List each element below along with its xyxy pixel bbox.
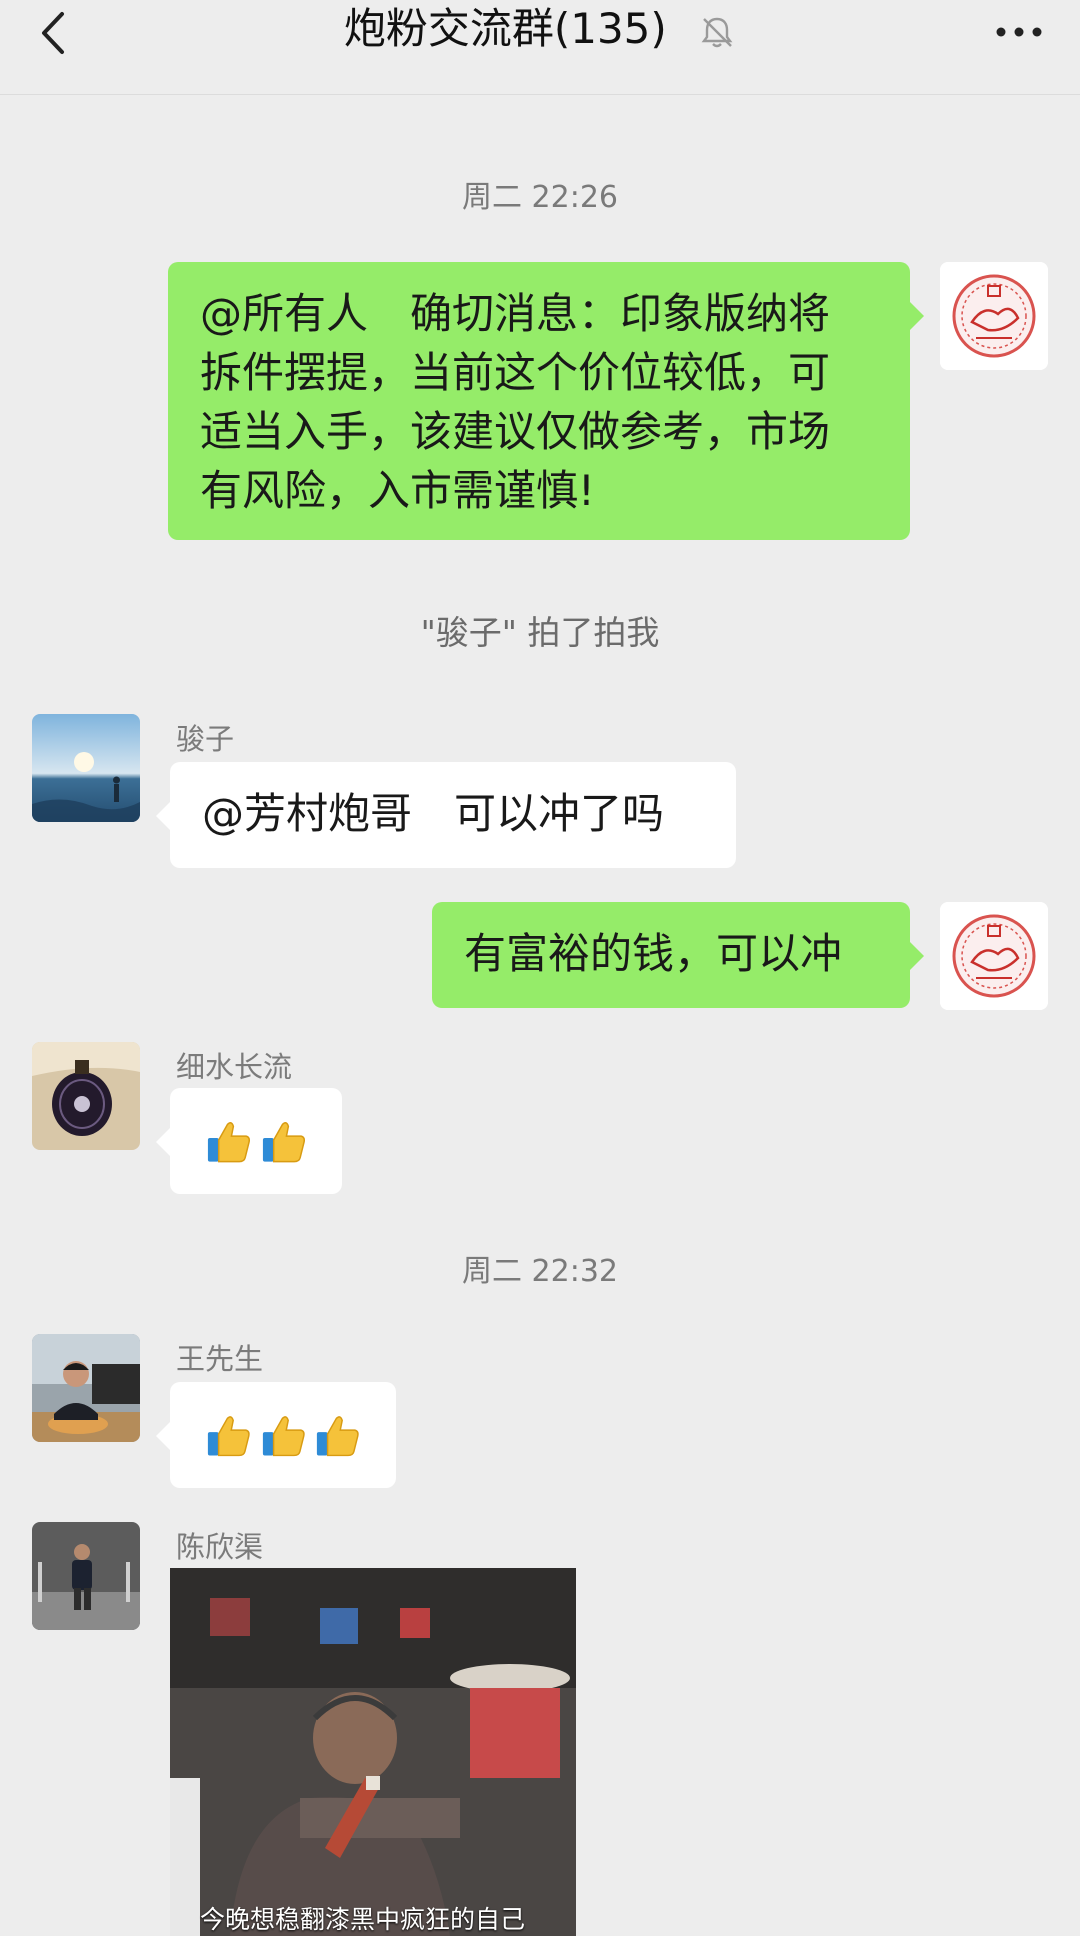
emoji-row: [204, 1088, 308, 1194]
message-text: @芳村炮哥 可以冲了吗: [202, 789, 665, 838]
avatar-wangxiansheng[interactable]: [32, 1334, 140, 1442]
avatar-self[interactable]: [940, 262, 1048, 370]
message-bubble-junzi[interactable]: @芳村炮哥 可以冲了吗: [156, 762, 736, 868]
video-thumbnail: [170, 1568, 576, 1936]
thumbs-up-icon: [207, 1416, 250, 1457]
message-line: 拆件摆提，当前这个价位较低，可: [200, 348, 831, 397]
chat-header: 炮粉交流群(135): [0, 0, 1080, 95]
pat-notice: "骏子" 拍了拍我: [420, 613, 660, 652]
thumbs-up-icon: [207, 1122, 250, 1163]
sender-name: 陈欣渠: [176, 1530, 264, 1564]
avatar-xishuichangliu[interactable]: [32, 1042, 140, 1150]
message-line: @所有人 确切消息：印象版纳将: [200, 289, 831, 338]
message-bubble-self[interactable]: 有富裕的钱，可以冲: [432, 902, 924, 1008]
mute-bell-icon: [701, 17, 733, 47]
timestamp: 周二 22:32: [462, 1254, 618, 1289]
message-text: 有富裕的钱，可以冲: [464, 929, 843, 978]
chat-title[interactable]: 炮粉交流群(135): [344, 4, 667, 53]
avatar-junzi[interactable]: [32, 714, 140, 822]
thumbs-up-icon: [317, 1416, 360, 1457]
thumbs-up-icon: [262, 1416, 305, 1457]
video-caption: 今晚想稳翻漆黑中疯狂的自己: [200, 1905, 526, 1934]
message-line: 适当入手，该建议仅做参考，市场: [200, 407, 831, 456]
emoji-row: [204, 1382, 362, 1488]
message-line: 有风险，入市需谨慎!: [200, 466, 595, 515]
more-options-icon[interactable]: [994, 20, 1044, 44]
sender-name: 骏子: [176, 722, 235, 756]
message-bubble-xishuichangliu[interactable]: [156, 1088, 342, 1194]
message-bubble-wangxiansheng[interactable]: [156, 1382, 396, 1488]
sender-name: 王先生: [176, 1342, 264, 1376]
timestamp: 周二 22:26: [462, 180, 618, 215]
video-message[interactable]: 今晚想稳翻漆黑中疯狂的自己: [170, 1568, 576, 1936]
avatar-self[interactable]: [940, 902, 1048, 1010]
message-bubble-self[interactable]: @所有人 确切消息：印象版纳将 拆件摆提，当前这个价位较低，可 适当入手，该建议…: [168, 262, 924, 540]
sender-name: 细水长流: [176, 1050, 293, 1084]
avatar-chenxinqu[interactable]: [32, 1522, 140, 1630]
thumbs-up-icon: [262, 1122, 305, 1163]
